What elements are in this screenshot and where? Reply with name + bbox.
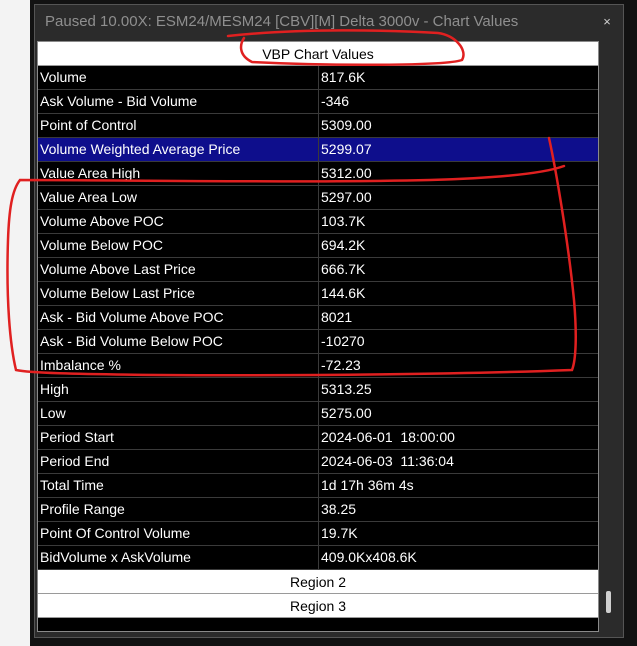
table-body: Volume 817.6K Ask Volume - Bid Volume -346 P…: [38, 66, 598, 570]
region-list: Region 2 Region 3: [38, 570, 598, 618]
row-value: 38.25: [321, 501, 357, 517]
table-row[interactable]: Ask - Bid Volume Below POC -10270: [38, 330, 598, 354]
row-value: 8021: [321, 309, 353, 325]
row-value: 1d 17h 36m 4s: [321, 477, 414, 493]
table-row[interactable]: Point Of Control Volume 19.7K: [38, 522, 598, 546]
row-label: Low: [38, 402, 319, 425]
table-row[interactable]: BidVolume x AskVolume 409.0Kx408.6K: [38, 546, 598, 570]
row-label: Volume Below POC: [38, 234, 319, 257]
row-label: Profile Range: [38, 498, 319, 521]
table-row[interactable]: Volume Below POC 694.2K: [38, 234, 598, 258]
row-value: 144.6K: [321, 285, 366, 301]
table-row[interactable]: Profile Range 38.25: [38, 498, 598, 522]
row-value: -346: [321, 93, 350, 109]
row-label: Period Start: [38, 426, 319, 449]
row-label: Point Of Control Volume: [38, 522, 319, 545]
row-value: 5299.07: [321, 141, 372, 157]
window-title: Paused 10.00X: ESM24/MESM24 [CBV][M] Del…: [45, 13, 519, 30]
chart-values-window: Paused 10.00X: ESM24/MESM24 [CBV][M] Del…: [34, 4, 624, 638]
values-table: VBP Chart Values Volume 817.6K Ask Volume …: [37, 41, 599, 632]
row-value: 5297.00: [321, 189, 372, 205]
table-row[interactable]: Imbalance % -72.23: [38, 354, 598, 378]
table-row[interactable]: Volume Below Last Price 144.6K: [38, 282, 598, 306]
row-value: 2024-06-03 11:36:04: [321, 453, 454, 469]
row-label: Imbalance %: [38, 354, 319, 377]
row-value: 5313.25: [321, 381, 372, 397]
table-row[interactable]: Volume Weighted Average Price 5299.07: [38, 138, 598, 162]
table-row[interactable]: Volume 817.6K: [38, 66, 598, 90]
row-label: Ask - Bid Volume Above POC: [38, 306, 319, 329]
row-label: Period End: [38, 450, 319, 473]
row-value: 5312.00: [321, 165, 372, 181]
row-value: 5275.00: [321, 405, 372, 421]
close-icon[interactable]: ×: [599, 14, 615, 30]
desktop-background: [0, 0, 30, 646]
table-row[interactable]: Total Time 1d 17h 36m 4s: [38, 474, 598, 498]
row-label: Volume Weighted Average Price: [38, 138, 319, 161]
row-value: -10270: [321, 333, 365, 349]
row-value: 666.7K: [321, 261, 366, 277]
table-row[interactable]: Low 5275.00: [38, 402, 598, 426]
row-value: 19.7K: [321, 525, 358, 541]
row-label: Ask - Bid Volume Below POC: [38, 330, 319, 353]
row-value: 409.0Kx408.6K: [321, 549, 417, 565]
table-row[interactable]: Volume Above POC 103.7K: [38, 210, 598, 234]
table-row[interactable]: Period End 2024-06-03 11:36:04: [38, 450, 598, 474]
title-bar[interactable]: Paused 10.00X: ESM24/MESM24 [CBV][M] Del…: [35, 5, 623, 38]
row-label: High: [38, 378, 319, 401]
table-row[interactable]: Point of Control 5309.00: [38, 114, 598, 138]
region-header[interactable]: Region 3: [38, 594, 598, 618]
row-label: Value Area Low: [38, 186, 319, 209]
region-header[interactable]: Region 2: [38, 570, 598, 594]
table-row[interactable]: Value Area High 5312.00: [38, 162, 598, 186]
row-label: Volume Above Last Price: [38, 258, 319, 281]
row-value: 103.7K: [321, 213, 366, 229]
table-row[interactable]: High 5313.25: [38, 378, 598, 402]
section-header-vbp[interactable]: VBP Chart Values: [38, 42, 598, 66]
row-label: BidVolume x AskVolume: [38, 546, 319, 569]
row-label: Volume: [38, 66, 319, 89]
table-row[interactable]: Value Area Low 5297.00: [38, 186, 598, 210]
row-value: -72.23: [321, 357, 361, 373]
vertical-scrollbar[interactable]: [601, 41, 617, 632]
table-row[interactable]: Volume Above Last Price 666.7K: [38, 258, 598, 282]
scrollbar-thumb[interactable]: [606, 591, 611, 613]
row-label: Volume Below Last Price: [38, 282, 319, 305]
row-label: Total Time: [38, 474, 319, 497]
table-row[interactable]: Ask Volume - Bid Volume -346: [38, 90, 598, 114]
row-value: 2024-06-01 18:00:00: [321, 429, 455, 445]
row-value: 694.2K: [321, 237, 366, 253]
row-label: Point of Control: [38, 114, 319, 137]
table-row[interactable]: Period Start 2024-06-01 18:00:00: [38, 426, 598, 450]
row-label: Ask Volume - Bid Volume: [38, 90, 319, 113]
row-value: 817.6K: [321, 69, 366, 85]
table-row[interactable]: Ask - Bid Volume Above POC 8021: [38, 306, 598, 330]
row-value: 5309.00: [321, 117, 372, 133]
row-label: Volume Above POC: [38, 210, 319, 233]
row-label: Value Area High: [38, 162, 319, 185]
